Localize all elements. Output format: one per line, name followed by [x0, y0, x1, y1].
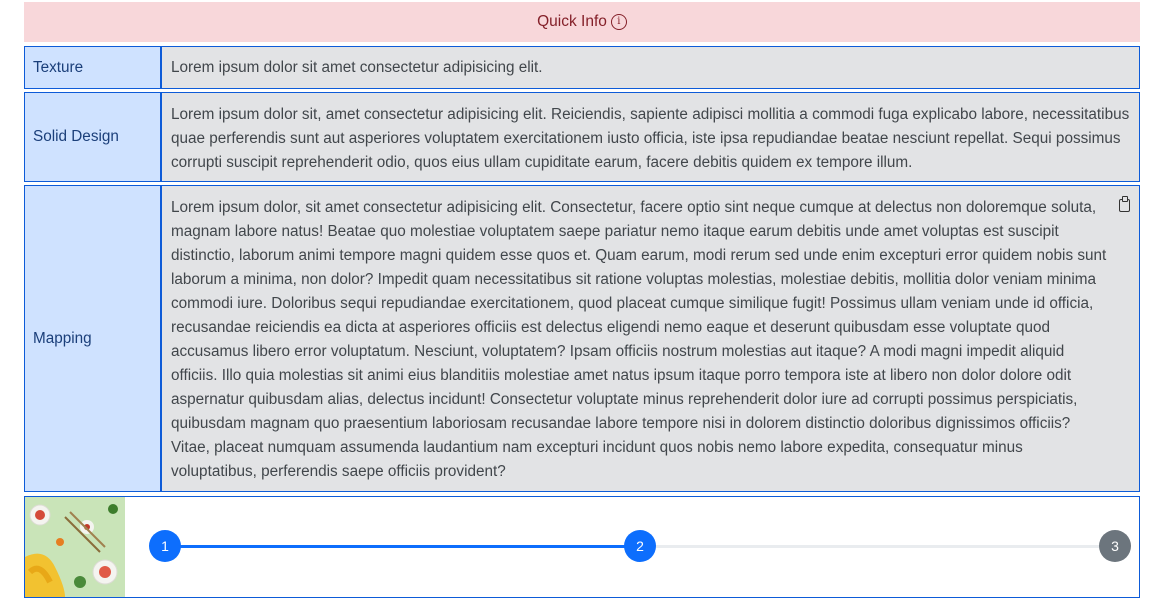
info-row-texture: Texture Lorem ipsum dolor sit amet conse…: [24, 46, 1140, 89]
row-label: Mapping: [25, 186, 162, 491]
stepper-progress-fill: [165, 545, 640, 548]
row-value: Lorem ipsum dolor sit, amet consectetur …: [162, 93, 1139, 181]
quick-info-title: Quick Info: [537, 13, 607, 30]
quick-info-header: Quick Info i: [24, 2, 1140, 42]
info-circle-icon[interactable]: i: [610, 14, 627, 30]
row-label: Texture: [25, 47, 162, 88]
clipboard-icon[interactable]: [1119, 196, 1130, 212]
step-2[interactable]: 2: [624, 530, 656, 562]
food-thumbnail-image: [25, 497, 125, 597]
info-row-mapping: Mapping Lorem ipsum dolor, sit amet cons…: [24, 185, 1140, 492]
row-value: Lorem ipsum dolor, sit amet consectetur …: [171, 199, 1107, 480]
row-label: Solid Design: [25, 93, 162, 181]
step-3[interactable]: 3: [1099, 530, 1131, 562]
stepper-panel: 1 2 3: [24, 496, 1140, 598]
row-value-container: Lorem ipsum dolor, sit amet consectetur …: [162, 186, 1139, 491]
info-row-solid-design: Solid Design Lorem ipsum dolor sit, amet…: [24, 92, 1140, 182]
row-value: Lorem ipsum dolor sit amet consectetur a…: [162, 47, 1139, 88]
step-1[interactable]: 1: [149, 530, 181, 562]
